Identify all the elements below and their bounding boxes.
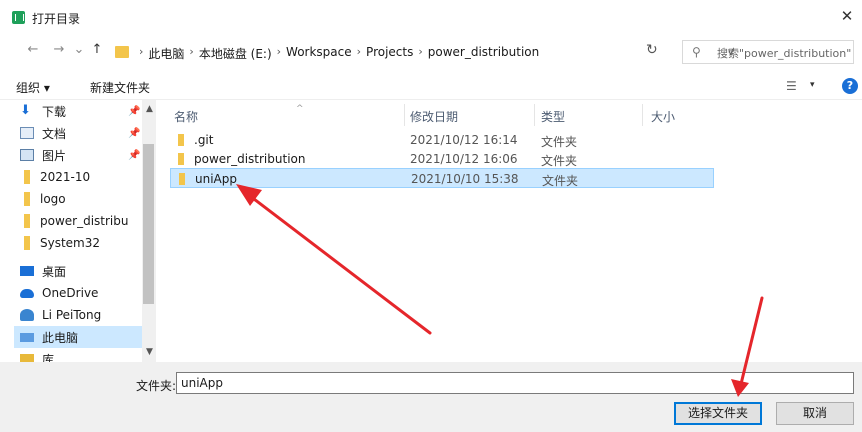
file-modified: 2021/10/12 16:14: [410, 133, 518, 147]
picture-icon: [20, 149, 34, 161]
file-type: 文件夹: [541, 135, 578, 149]
sidebar-item-pictures[interactable]: 图片 📌: [14, 144, 142, 166]
window-title: 打开目录: [32, 12, 81, 26]
title-bar: 打开目录 ✕: [0, 0, 862, 34]
sidebar-item-2021-10[interactable]: 2021-10: [14, 166, 142, 188]
breadcrumb-separator[interactable]: ›: [357, 45, 361, 62]
folder-name-input[interactable]: uniApp: [176, 372, 854, 394]
sidebar-item-this-pc[interactable]: 此电脑: [14, 326, 142, 348]
column-header-type[interactable]: 类型: [541, 108, 565, 125]
cloud-icon: [20, 288, 34, 298]
folder-icon: [115, 46, 129, 58]
file-type: 文件夹: [541, 154, 578, 168]
address-bar: ← → ⌄ ↑ › 此电脑 › 本地磁盘 (E:) › Workspace › …: [0, 36, 862, 68]
sidebar-item-downloads[interactable]: ⬇ 下载 📌: [14, 100, 142, 122]
sort-ascending-icon: ^: [296, 104, 304, 114]
sidebar-item-libraries[interactable]: 库: [14, 348, 142, 362]
file-modified: 2021/10/12 16:06: [410, 152, 518, 166]
search-placeholder: 搜索"power_distribution": [717, 47, 852, 60]
cancel-button[interactable]: 取消: [776, 402, 854, 425]
sidebar-item-logo[interactable]: logo: [14, 188, 142, 210]
file-modified: 2021/10/10 15:38: [411, 172, 519, 186]
breadcrumb-separator[interactable]: ›: [189, 45, 193, 62]
folder-icon: [178, 134, 184, 146]
column-divider[interactable]: [642, 104, 643, 126]
sidebar-item-desktop[interactable]: 桌面: [14, 260, 142, 282]
file-name: uniApp: [195, 172, 237, 186]
breadcrumb-projects[interactable]: Projects: [366, 45, 413, 62]
file-row-git[interactable]: .git 2021/10/12 16:14 文件夹: [170, 130, 714, 150]
view-options-icon[interactable]: ☰: [786, 79, 797, 93]
column-header-name[interactable]: 名称 ^: [174, 104, 304, 125]
select-folder-button[interactable]: 选择文件夹: [674, 402, 762, 425]
sidebar-item-onedrive[interactable]: OneDrive: [14, 282, 142, 304]
hbuilder-app-icon: [12, 11, 25, 24]
desktop-icon: [20, 266, 34, 276]
user-icon: [20, 309, 34, 321]
breadcrumb-separator[interactable]: ›: [139, 45, 143, 62]
sidebar-item-power-distribution[interactable]: power_distribu: [14, 210, 142, 232]
breadcrumb-this-pc[interactable]: 此电脑: [148, 45, 184, 62]
pin-icon: 📌: [128, 127, 141, 139]
library-icon: [20, 354, 34, 362]
help-icon[interactable]: ?: [842, 78, 858, 94]
sidebar-item-user[interactable]: Li PeiTong: [14, 304, 142, 326]
up-arrow-icon[interactable]: ↑: [88, 42, 106, 57]
command-toolbar: 组织 ▾ 新建文件夹 ☰ ▾ ?: [0, 72, 862, 100]
folder-icon: [179, 173, 185, 185]
breadcrumb-separator[interactable]: ›: [277, 45, 281, 62]
column-divider[interactable]: [404, 104, 405, 126]
organize-button[interactable]: 组织 ▾: [16, 79, 50, 96]
computer-icon: [20, 332, 34, 342]
file-list: 名称 ^ 修改日期 类型 大小 .git 2021/10/12 16:14 文件…: [158, 100, 862, 362]
column-divider[interactable]: [534, 104, 535, 126]
scrollbar-thumb[interactable]: [143, 144, 154, 304]
forward-arrow-icon[interactable]: →: [50, 42, 68, 57]
breadcrumb[interactable]: › 此电脑 › 本地磁盘 (E:) › Workspace › Projects…: [108, 39, 734, 65]
folder-icon: [24, 214, 30, 228]
breadcrumb-power-distribution[interactable]: power_distribution: [428, 45, 539, 62]
refresh-icon[interactable]: ↻: [646, 42, 658, 58]
recent-locations-chevron-icon[interactable]: ⌄: [70, 42, 88, 57]
breadcrumb-workspace[interactable]: Workspace: [286, 45, 352, 62]
column-header-modified[interactable]: 修改日期: [410, 108, 458, 125]
new-folder-button[interactable]: 新建文件夹: [90, 79, 150, 96]
file-row-power-distribution[interactable]: power_distribution 2021/10/12 16:06 文件夹: [170, 149, 714, 169]
sidebar-item-system32[interactable]: System32: [14, 232, 142, 254]
file-type: 文件夹: [542, 174, 579, 188]
search-input[interactable]: ⚲ 搜索"power_distribution": [682, 40, 854, 64]
chevron-down-icon[interactable]: ▾: [810, 80, 815, 90]
download-icon: ⬇: [20, 103, 31, 118]
column-header-size[interactable]: 大小: [651, 108, 675, 125]
folder-field-label: 文件夹:: [136, 379, 177, 393]
navigation-pane: ⬇ 下载 📌 文档 📌 图片 📌 2021-10 logo power_dist…: [14, 100, 156, 362]
breadcrumb-drive-e[interactable]: 本地磁盘 (E:): [199, 45, 272, 62]
sidebar-item-documents[interactable]: 文档 📌: [14, 122, 142, 144]
file-name: power_distribution: [194, 152, 306, 166]
pin-icon: 📌: [128, 149, 141, 161]
document-icon: [20, 127, 34, 139]
folder-icon: [24, 236, 30, 250]
close-button[interactable]: ✕: [832, 0, 862, 32]
scroll-up-icon[interactable]: ▲: [146, 104, 153, 114]
scroll-down-icon[interactable]: ▼: [146, 347, 153, 357]
folder-icon: [24, 192, 30, 206]
folder-icon: [24, 170, 30, 184]
folder-icon: [178, 153, 184, 165]
search-icon: ⚲: [692, 45, 701, 59]
dialog-footer: 文件夹: uniApp 选择文件夹 取消: [0, 362, 862, 432]
file-name: .git: [194, 133, 214, 147]
pin-icon: 📌: [128, 105, 141, 117]
breadcrumb-separator[interactable]: ›: [418, 45, 422, 62]
back-arrow-icon[interactable]: ←: [24, 42, 42, 57]
file-row-uniapp[interactable]: uniApp 2021/10/10 15:38 文件夹: [170, 168, 714, 188]
